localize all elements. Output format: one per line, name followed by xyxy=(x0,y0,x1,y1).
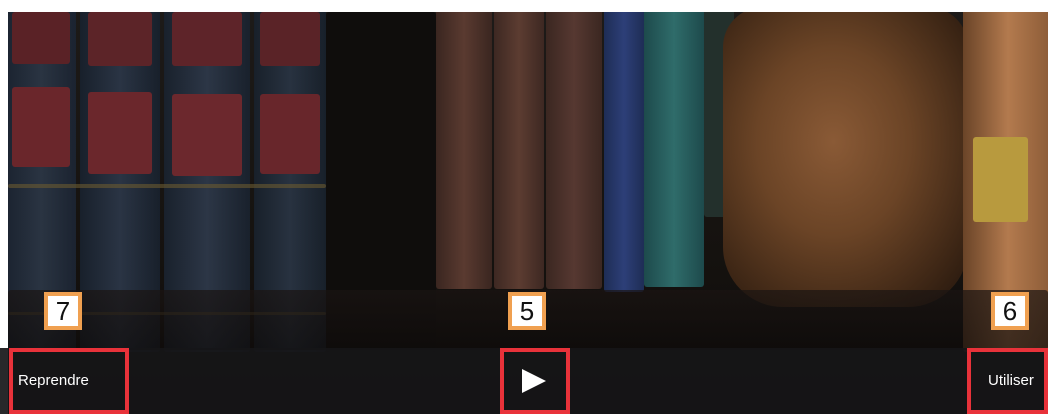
resume-highlight-box xyxy=(9,348,129,414)
use-highlight-box xyxy=(967,348,1048,414)
resume-callout-badge: 7 xyxy=(44,292,82,330)
spine-band xyxy=(8,184,326,188)
book-spine xyxy=(436,12,492,289)
book-spine xyxy=(494,12,544,289)
spine-label xyxy=(172,12,242,66)
play-callout-badge: 5 xyxy=(508,292,546,330)
spine-label xyxy=(172,94,242,176)
spine-label xyxy=(12,87,70,167)
book-spine xyxy=(604,12,644,292)
book-spine xyxy=(546,12,602,289)
play-highlight-box xyxy=(500,348,570,414)
book-spine xyxy=(644,12,704,287)
spine-label xyxy=(260,12,320,66)
spine-label xyxy=(12,12,70,64)
spine-label xyxy=(88,92,152,174)
use-callout-badge: 6 xyxy=(991,292,1029,330)
spine-label xyxy=(973,137,1028,222)
spine-label xyxy=(88,12,152,66)
bookend xyxy=(723,12,968,307)
camera-preview-screen: Reprendre Utiliser 7 5 6 xyxy=(0,0,1048,414)
spine-label xyxy=(260,94,320,174)
